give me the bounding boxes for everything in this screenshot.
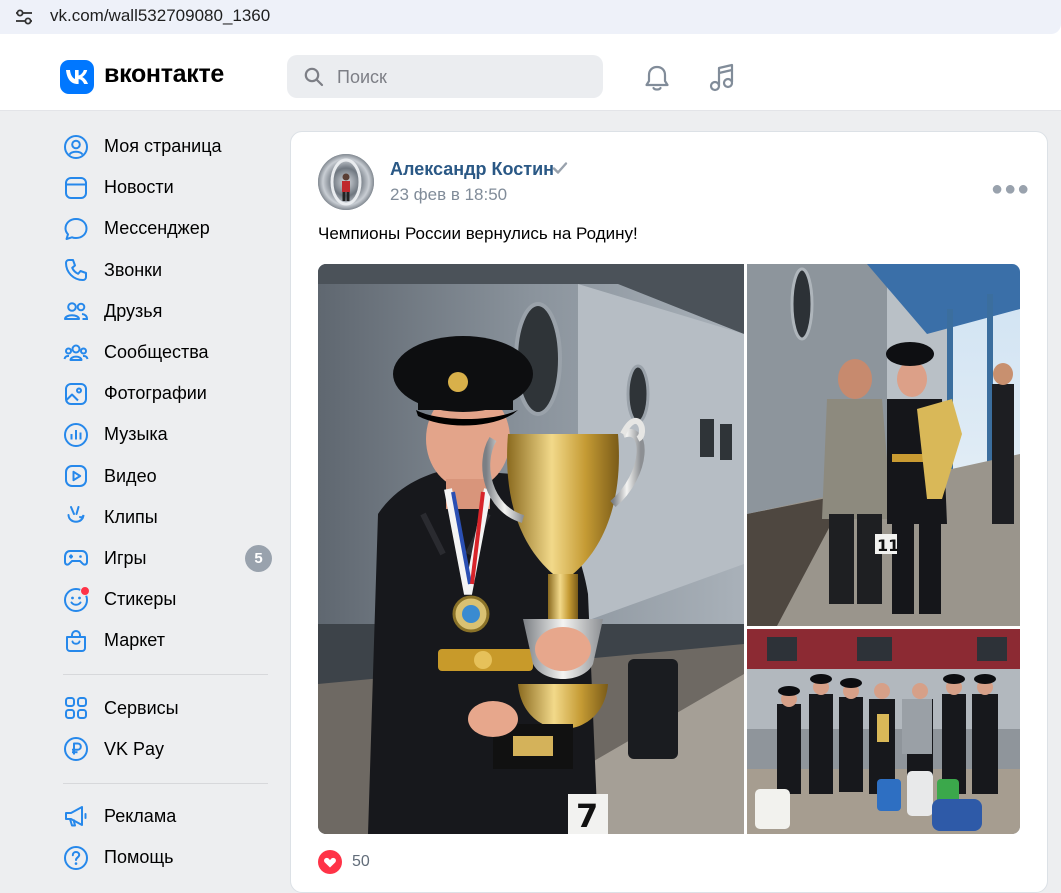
- author-avatar[interactable]: [318, 154, 374, 210]
- sidebar-item-services[interactable]: Сервисы: [58, 687, 278, 728]
- svg-text:7: 7: [576, 797, 598, 834]
- sidebar-item-label: Сообщества: [104, 342, 209, 363]
- sidebar-item-label: Новости: [104, 177, 174, 198]
- more-options-icon[interactable]: ●●●: [991, 178, 1030, 201]
- photos-icon: [63, 381, 89, 407]
- post-text: Чемпионы России вернулись на Родину!: [318, 224, 638, 243]
- sidebar-item-label: VK Pay: [104, 738, 165, 759]
- sidebar-item-music[interactable]: Музыка: [58, 414, 278, 455]
- sidebar-item-clips[interactable]: Клипы: [58, 497, 278, 538]
- new-stickers-dot: [80, 585, 90, 596]
- browser-address-bar: vk.com/wall532709080_1360: [0, 0, 1061, 42]
- sidebar-item-label: Маркет: [104, 630, 165, 651]
- sidebar-item-label: Друзья: [104, 300, 163, 321]
- music-icon: [63, 422, 89, 448]
- post-photo-2[interactable]: 11: [747, 264, 1020, 626]
- sidebar-divider: [63, 674, 268, 676]
- search-input[interactable]: [335, 63, 589, 91]
- ads-icon: [63, 803, 89, 829]
- sidebar-item-market[interactable]: Маркет: [58, 620, 278, 661]
- stickers-icon: [63, 585, 90, 613]
- notifications-bell-icon[interactable]: [642, 64, 672, 92]
- url-field[interactable]: vk.com/wall532709080_1360: [0, 0, 1061, 34]
- sidebar-item-label: Реклама: [104, 805, 177, 826]
- sidebar-item-label: Стикеры: [104, 589, 177, 610]
- games-icon: [63, 545, 89, 571]
- games-count-badge: 5: [245, 544, 272, 572]
- verified-check-icon: [552, 162, 568, 174]
- messenger-icon: [63, 216, 89, 242]
- search-icon: [304, 67, 324, 87]
- left-sidebar: Моя страница Новости Мессенджер Звонки Д…: [58, 126, 278, 878]
- sidebar-item-label: Помощь: [104, 847, 174, 868]
- logo-text[interactable]: вконтакте: [104, 60, 224, 89]
- services-icon: [63, 695, 89, 721]
- profile-icon: [63, 134, 89, 160]
- sidebar-item-label: Сервисы: [104, 697, 179, 718]
- help-icon: [63, 845, 89, 871]
- like-button[interactable]: 50: [318, 850, 370, 874]
- vkpay-icon: [63, 736, 89, 762]
- friends-icon: [63, 298, 89, 324]
- sidebar-item-messenger[interactable]: Мессенджер: [58, 208, 278, 249]
- sidebar-item-friends[interactable]: Друзья: [58, 291, 278, 332]
- site-info-icon[interactable]: [14, 8, 34, 26]
- heart-icon: [318, 850, 342, 874]
- music-player-icon[interactable]: [706, 62, 738, 94]
- sidebar-item-communities[interactable]: Сообщества: [58, 332, 278, 373]
- sidebar-item-label: Моя страница: [104, 136, 222, 157]
- sidebar-item-label: Клипы: [104, 506, 158, 527]
- sidebar-item-calls[interactable]: Звонки: [58, 250, 278, 291]
- sidebar-item-label: Звонки: [104, 259, 163, 280]
- sidebar-item-help[interactable]: Помощь: [58, 837, 278, 878]
- phone-icon: [63, 257, 89, 283]
- sidebar-item-video[interactable]: Видео: [58, 456, 278, 497]
- video-icon: [63, 463, 89, 489]
- sidebar-item-label: Игры: [104, 547, 147, 568]
- sidebar-item-news[interactable]: Новости: [58, 167, 278, 208]
- news-icon: [63, 175, 89, 201]
- sidebar-item-vkpay[interactable]: VK Pay: [58, 729, 278, 770]
- sidebar-divider: [63, 782, 268, 784]
- post-author-name[interactable]: Александр Костин: [390, 159, 554, 180]
- vk-logo-icon[interactable]: [60, 60, 94, 94]
- sidebar-item-label: Мессенджер: [104, 218, 210, 239]
- post-photo-3[interactable]: [747, 629, 1020, 834]
- search-box[interactable]: [287, 55, 603, 98]
- market-icon: [63, 628, 89, 654]
- post-date[interactable]: 23 фев в 18:50: [390, 185, 507, 205]
- like-count: 50: [352, 853, 370, 870]
- sidebar-item-stickers[interactable]: Стикеры: [58, 579, 278, 620]
- clips-icon: [63, 504, 89, 530]
- url-text: vk.com/wall532709080_1360: [50, 6, 271, 25]
- communities-icon: [63, 340, 89, 366]
- site-header: вконтакте: [0, 42, 1061, 111]
- sidebar-item-label: Фотографии: [104, 383, 207, 404]
- sidebar-item-my-page[interactable]: Моя страница: [58, 126, 278, 167]
- post-photo-main[interactable]: 7: [318, 264, 744, 834]
- sidebar-item-label: Видео: [104, 465, 157, 486]
- svg-text:11: 11: [877, 536, 899, 555]
- wall-post-card: Александр Костин 23 фев в 18:50 ●●● Чемп…: [290, 131, 1048, 893]
- sidebar-item-games[interactable]: Игры 5: [58, 538, 278, 579]
- sidebar-item-photos[interactable]: Фотографии: [58, 373, 278, 414]
- sidebar-item-label: Музыка: [104, 424, 168, 445]
- sidebar-item-ads[interactable]: Реклама: [58, 796, 278, 837]
